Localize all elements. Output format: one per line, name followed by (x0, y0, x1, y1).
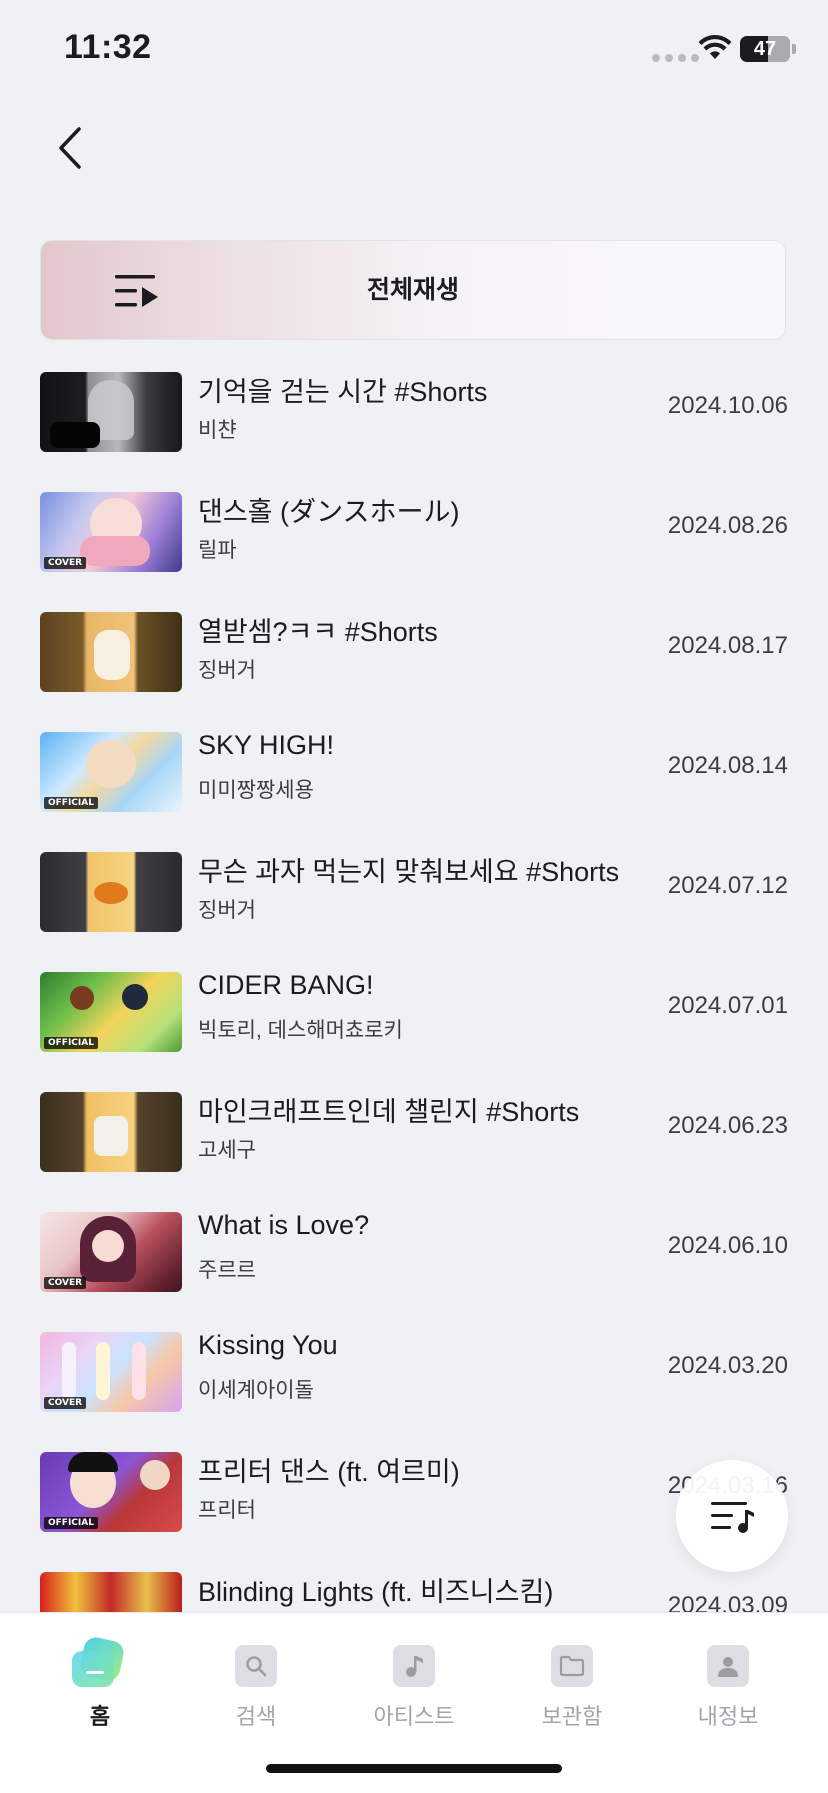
track-artist: 비챤 (198, 419, 237, 442)
music-queue-icon (711, 1502, 754, 1533)
track-row[interactable]: COVER Kissing You 이세계아이돌 2024.03.20 (0, 1326, 828, 1446)
nav-library[interactable]: 보관함 (502, 1631, 642, 1741)
track-date: 2024.03.20 (667, 1352, 788, 1379)
nav-search-label: 검색 (235, 1704, 277, 1729)
track-row[interactable]: 무슨 과자 먹는지 맞춰보세요 #Shorts 징버거 2024.07.12 (0, 846, 828, 966)
track-date: 2024.07.12 (667, 872, 788, 899)
track-thumbnail: OFFICIAL (40, 972, 182, 1052)
profile-icon (707, 1645, 749, 1687)
nav-profile-label: 내정보 (697, 1704, 759, 1729)
track-artist: 주르르 (198, 1259, 256, 1282)
track-title: 마인크래프트인데 챌린지 #Shorts (198, 1097, 580, 1127)
track-artist: 고세구 (198, 1139, 256, 1162)
track-title: 댄스홀 (ダンスホール) (198, 497, 460, 527)
cellular-signal-icon (652, 54, 699, 62)
track-thumbnail (40, 612, 182, 692)
track-thumbnail (40, 852, 182, 932)
track-row[interactable]: 열받셈?ㅋㅋ #Shorts 징버거 2024.08.17 (0, 606, 828, 726)
track-thumbnail: COVER (40, 1212, 182, 1292)
nav-library-label: 보관함 (541, 1704, 603, 1729)
thumbnail-badge: OFFICIAL (44, 797, 98, 809)
back-button[interactable] (44, 116, 96, 180)
track-artist: 징버거 (198, 659, 256, 682)
battery-level: 47 (753, 38, 777, 60)
track-title: 프리터 댄스 (ft. 여르미) (198, 1457, 460, 1487)
track-title: Blinding Lights (ft. 비즈니스킴) (198, 1577, 554, 1607)
track-date: 2024.08.14 (667, 752, 788, 779)
track-date: 2024.10.06 (667, 392, 788, 419)
track-thumbnail: COVER (40, 492, 182, 572)
home-indicator (266, 1764, 562, 1773)
track-row[interactable]: OFFICIAL CIDER BANG! 빅토리, 데스해머쵸로키 2024.0… (0, 966, 828, 1086)
home-icon (72, 1635, 128, 1687)
track-artist: 징버거 (198, 899, 256, 922)
track-row[interactable]: 기억을 걷는 시간 #Shorts 비챤 2024.10.06 (0, 366, 828, 486)
track-title: 열받셈?ㅋㅋ #Shorts (198, 617, 438, 647)
track-date: 2024.03.09 (667, 1592, 788, 1612)
track-artist: 이세계아이돌 (198, 1379, 314, 1402)
chevron-left-icon (59, 127, 81, 169)
track-row[interactable]: COVER What is Love? 주르르 2024.06.10 (0, 1206, 828, 1326)
track-artist: 프리터 (198, 1499, 256, 1522)
track-thumbnail: COVER (40, 1332, 182, 1412)
nav-profile[interactable]: 내정보 (658, 1631, 798, 1741)
track-date: 2024.06.10 (667, 1232, 788, 1259)
track-row[interactable]: COVER 댄스홀 (ダンスホール) 릴파 2024.08.26 (0, 486, 828, 606)
battery-icon: 47 (740, 36, 790, 62)
track-title: CIDER BANG! (198, 970, 374, 1000)
thumbnail-badge: OFFICIAL (44, 1517, 98, 1529)
track-date: 2024.06.23 (667, 1112, 788, 1139)
nav-home[interactable]: 홈 (30, 1631, 170, 1741)
folder-icon (551, 1645, 593, 1687)
track-thumbnail: OFFICIAL (40, 732, 182, 812)
music-note-icon (393, 1645, 435, 1687)
track-date: 2024.07.01 (667, 992, 788, 1019)
queue-button[interactable] (676, 1460, 788, 1572)
track-title: What is Love? (198, 1210, 370, 1240)
status-bar: 11:32 47 (0, 0, 828, 100)
track-artist: 빅토리, 데스해머쵸로키 (198, 1019, 403, 1042)
play-all-label: 전체재생 (366, 276, 459, 304)
thumbnail-badge: OFFICIAL (44, 1037, 98, 1049)
track-artist: 릴파 (198, 539, 237, 562)
track-thumbnail (40, 1572, 182, 1612)
track-thumbnail (40, 372, 182, 452)
status-time: 11:32 (64, 28, 152, 66)
track-thumbnail: OFFICIAL (40, 1452, 182, 1532)
wifi-icon (698, 35, 732, 59)
track-title: 무슨 과자 먹는지 맞춰보세요 #Shorts (198, 857, 620, 887)
track-row[interactable]: Blinding Lights (ft. 비즈니스킴) 2024.03.09 (0, 1566, 828, 1612)
nav-search[interactable]: 검색 (186, 1631, 326, 1741)
track-row[interactable]: 마인크래프트인데 챌린지 #Shorts 고세구 2024.06.23 (0, 1086, 828, 1206)
track-title: 기억을 걷는 시간 #Shorts (198, 377, 488, 407)
nav-artist[interactable]: 아티스트 (344, 1631, 484, 1741)
nav-artist-label: 아티스트 (373, 1704, 455, 1729)
play-all-button[interactable]: 전체재생 (40, 240, 786, 340)
track-date: 2024.08.26 (667, 512, 788, 539)
track-list: 기억을 걷는 시간 #Shorts 비챤 2024.10.06 COVER 댄스… (0, 360, 828, 1612)
battery-cap (792, 44, 796, 54)
track-thumbnail (40, 1092, 182, 1172)
track-artist: 미미짱짱세용 (198, 779, 314, 802)
search-icon (235, 1645, 277, 1687)
thumbnail-badge: COVER (44, 1397, 87, 1409)
track-date: 2024.08.17 (667, 632, 788, 659)
thumbnail-badge: COVER (44, 1277, 87, 1289)
track-title: SKY HIGH! (198, 730, 335, 760)
track-title: Kissing You (198, 1330, 338, 1360)
thumbnail-badge: COVER (44, 557, 87, 569)
track-row[interactable]: OFFICIAL SKY HIGH! 미미짱짱세용 2024.08.14 (0, 726, 828, 846)
nav-home-label: 홈 (89, 1704, 111, 1729)
